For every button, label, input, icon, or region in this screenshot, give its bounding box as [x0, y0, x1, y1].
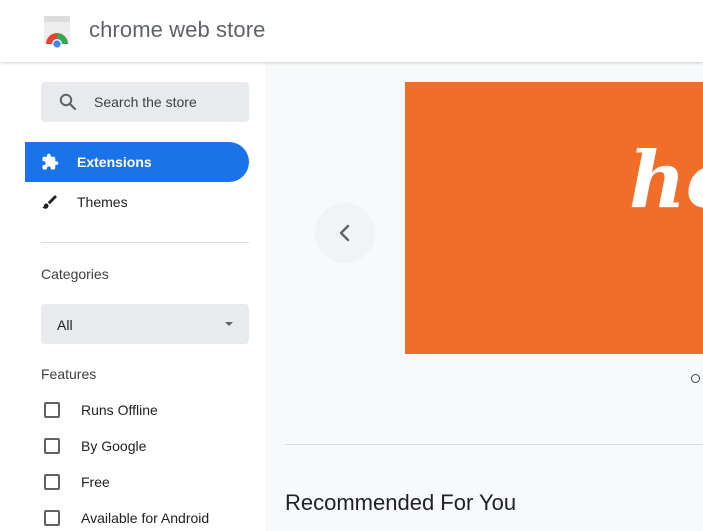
- feature-label: Available for Android: [81, 510, 210, 526]
- feature-by-google[interactable]: By Google: [41, 434, 249, 458]
- checkbox[interactable]: [44, 438, 60, 454]
- feature-free[interactable]: Free: [41, 470, 249, 494]
- sidebar-item-label: Themes: [77, 194, 128, 210]
- search-icon: [59, 93, 77, 111]
- top-header: chrome web store: [0, 0, 703, 62]
- chevron-left-icon: [339, 224, 350, 242]
- main-content: ho Recommended For You: [265, 62, 703, 531]
- sidebar: Search the store Extensions Themes Categ…: [25, 62, 265, 531]
- feature-label: Free: [81, 474, 110, 490]
- store-title[interactable]: chrome web store: [89, 17, 265, 43]
- section-divider: [285, 444, 703, 445]
- checkbox[interactable]: [44, 510, 60, 526]
- puzzle-icon: [41, 153, 59, 171]
- sidebar-divider: [41, 242, 249, 243]
- feature-runs-offline[interactable]: Runs Offline: [41, 398, 249, 422]
- category-select[interactable]: All: [41, 304, 249, 344]
- carousel-prev-button[interactable]: [315, 203, 375, 263]
- category-select-value: All: [57, 317, 73, 333]
- search-input[interactable]: Search the store: [41, 82, 249, 122]
- feature-available-for-android[interactable]: Available for Android: [41, 506, 249, 530]
- checkbox[interactable]: [44, 474, 60, 490]
- feature-label: Runs Offline: [81, 402, 158, 418]
- feature-label: By Google: [81, 438, 147, 454]
- banner-logo-text: ho: [629, 135, 703, 226]
- carousel-dot[interactable]: [691, 374, 700, 383]
- caret-down-icon: [225, 322, 233, 326]
- checkbox[interactable]: [44, 402, 60, 418]
- features-label: Features: [41, 366, 97, 382]
- recommended-heading: Recommended For You: [285, 490, 517, 515]
- categories-label: Categories: [41, 266, 109, 282]
- sidebar-item-extensions[interactable]: Extensions: [25, 142, 249, 182]
- brush-icon: [41, 193, 59, 211]
- sidebar-item-label: Extensions: [77, 154, 152, 170]
- search-placeholder: Search the store: [94, 94, 197, 110]
- chrome-web-store-logo-icon[interactable]: [40, 14, 74, 49]
- sidebar-item-themes[interactable]: Themes: [25, 182, 249, 222]
- featured-banner[interactable]: ho: [405, 82, 703, 354]
